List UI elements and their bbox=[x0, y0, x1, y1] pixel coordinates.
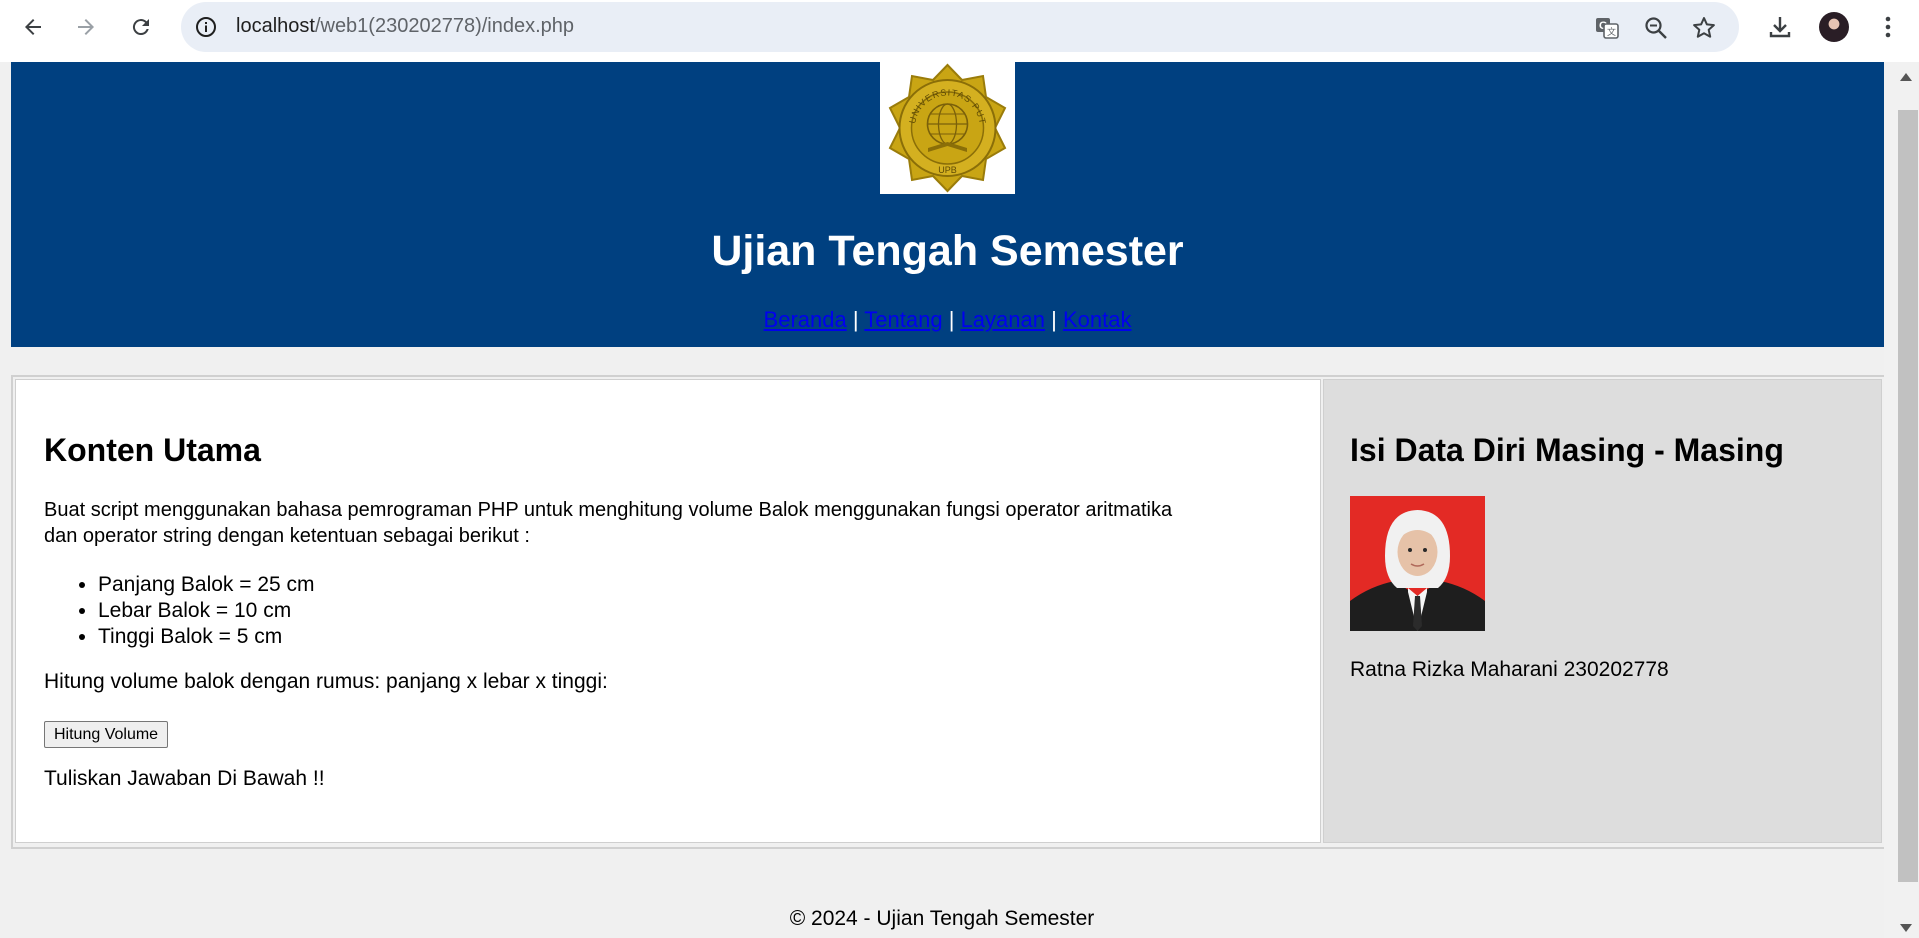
site-info-icon[interactable] bbox=[194, 15, 218, 39]
reload-button[interactable] bbox=[126, 12, 156, 42]
main-nav: Beranda | Tentang | Layanan | Kontak bbox=[11, 307, 1884, 333]
main-content: Konten Utama Buat script menggunakan bah… bbox=[15, 379, 1321, 843]
person-photo-icon bbox=[1350, 496, 1485, 631]
zoom-icon[interactable] bbox=[1643, 15, 1669, 41]
download-icon[interactable] bbox=[1766, 13, 1794, 41]
more-menu-icon[interactable] bbox=[1874, 13, 1902, 41]
intro-paragraph: Buat script menggunakan bahasa pemrogram… bbox=[44, 497, 1172, 549]
student-name: Ratna Rizka Maharani 230202778 bbox=[1350, 658, 1669, 681]
nav-link-beranda[interactable]: Beranda bbox=[764, 307, 847, 332]
browser-toolbar: localhost/web1(230202778)/index.php G文 bbox=[0, 0, 1919, 62]
translate-icon[interactable]: G文 bbox=[1594, 15, 1620, 41]
back-button[interactable] bbox=[18, 12, 48, 42]
main-heading: Konten Utama bbox=[44, 432, 261, 468]
intro-line-1: Buat script menggunakan bahasa pemrogram… bbox=[44, 499, 1173, 521]
formula-text: Hitung volume balok dengan rumus: panjan… bbox=[44, 670, 608, 693]
dimension-list: Panjang Balok = 25 cm Lebar Balok = 10 c… bbox=[44, 572, 315, 650]
seal-icon: UNIVERSITAS PUTRA BANGSA UPB bbox=[876, 62, 1007, 193]
scrollbar-thumb[interactable] bbox=[1898, 110, 1918, 882]
bookmark-star-icon[interactable] bbox=[1691, 15, 1717, 41]
svg-text:文: 文 bbox=[1607, 26, 1616, 37]
intro-line-2: dan operator string dengan ketentuan seb… bbox=[44, 525, 530, 547]
profile-photo bbox=[1350, 496, 1485, 631]
list-item: Panjang Balok = 25 cm bbox=[98, 572, 315, 598]
scroll-down-arrow-icon[interactable] bbox=[1900, 924, 1912, 932]
list-item: Tinggi Balok = 5 cm bbox=[98, 624, 315, 650]
page-footer: © 2024 - Ujian Tengah Semester bbox=[789, 907, 1095, 930]
list-item: Lebar Balok = 10 cm bbox=[98, 598, 315, 624]
reload-icon bbox=[132, 19, 149, 36]
content-container: Konten Utama Buat script menggunakan bah… bbox=[11, 375, 1884, 849]
forward-arrow-icon bbox=[78, 19, 94, 35]
nav-separator: | bbox=[852, 307, 859, 332]
profile-avatar[interactable] bbox=[1819, 12, 1849, 42]
url-path: /web1(230202778)/index.php bbox=[314, 15, 575, 37]
page-title: Ujian Tengah Semester bbox=[711, 227, 1184, 275]
university-logo: UNIVERSITAS PUTRA BANGSA UPB bbox=[876, 62, 1015, 194]
url-host: localhost bbox=[236, 15, 315, 37]
scroll-up-arrow-icon[interactable] bbox=[1900, 73, 1912, 81]
back-arrow-icon bbox=[25, 19, 41, 35]
url-text[interactable]: localhost/web1(230202778)/index.php bbox=[236, 15, 574, 38]
hitung-volume-button[interactable]: Hitung Volume bbox=[44, 721, 169, 748]
nav-link-layanan[interactable]: Layanan bbox=[961, 307, 1045, 332]
vertical-scrollbar[interactable] bbox=[1884, 62, 1919, 938]
nav-link-kontak[interactable]: Kontak bbox=[1063, 307, 1132, 332]
nav-link-tentang[interactable]: Tentang bbox=[864, 307, 942, 332]
sidebar-heading: Isi Data Diri Masing - Masing bbox=[1350, 432, 1784, 468]
forward-button[interactable] bbox=[71, 12, 101, 42]
logo-abbr: UPB bbox=[938, 165, 957, 175]
address-bar[interactable]: localhost/web1(230202778)/index.php G文 bbox=[181, 2, 1739, 52]
web-page: UNIVERSITAS PUTRA BANGSA UPB Ujian Tenga… bbox=[0, 62, 1884, 938]
nav-separator: | bbox=[1051, 307, 1057, 332]
answer-prompt: Tuliskan Jawaban Di Bawah !! bbox=[44, 767, 325, 790]
site-header: UNIVERSITAS PUTRA BANGSA UPB Ujian Tenga… bbox=[11, 62, 1884, 347]
nav-separator: | bbox=[948, 307, 955, 332]
